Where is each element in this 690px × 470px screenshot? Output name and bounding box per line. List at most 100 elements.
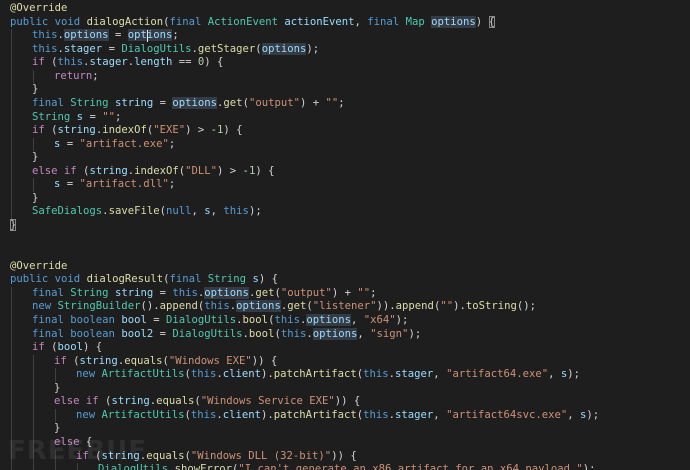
indent-guide xyxy=(11,408,12,423)
indent-guide xyxy=(33,381,34,396)
code-token: = xyxy=(153,96,173,109)
indent-guide xyxy=(55,408,56,423)
indent-guide xyxy=(11,178,12,192)
code-line-content: String s = ""; xyxy=(10,111,121,123)
indent-guide xyxy=(11,29,12,43)
code-line: } xyxy=(10,151,690,165)
code-token: getStager xyxy=(197,42,256,55)
code-token: ( xyxy=(44,56,58,69)
code-token: ArtifactUtils xyxy=(101,368,185,381)
indent-guide xyxy=(11,96,12,111)
code-editor[interactable]: @Override public void dialogAction(final … xyxy=(0,0,690,470)
code-token: } xyxy=(32,83,39,96)
code-token: (). xyxy=(140,300,160,313)
code-line: new StringBuilder().append(this.options.… xyxy=(10,300,690,314)
code-token: final xyxy=(32,327,64,340)
code-line-content: } xyxy=(10,151,38,163)
indent-guide xyxy=(33,137,34,152)
code-token: client xyxy=(222,408,262,421)
code-token: if xyxy=(32,124,45,137)
code-token: patchArtifact xyxy=(273,408,357,421)
code-token: , xyxy=(567,408,581,421)
code-token: this xyxy=(190,368,217,381)
code-token: ( xyxy=(66,354,80,367)
code-line-content: final String string = options.get("outpu… xyxy=(10,96,345,109)
code-token: ) xyxy=(475,15,489,28)
code-line-content: } xyxy=(10,422,60,434)
code-token: ); xyxy=(306,42,320,55)
code-line-content: if (bool) { xyxy=(10,341,102,353)
code-token: (); xyxy=(516,300,537,313)
code-token: ; xyxy=(338,96,345,109)
code-token: this xyxy=(32,42,58,55)
code-token: = xyxy=(108,29,128,42)
code-token: showError xyxy=(174,463,232,470)
code-token: @Override xyxy=(10,259,68,272)
code-token: new xyxy=(76,408,96,421)
code-token: ( xyxy=(98,395,112,408)
code-token: indexOf xyxy=(134,164,179,177)
code-token: "output" xyxy=(248,96,300,109)
code-token: "EXE" xyxy=(153,124,186,137)
code-token: String xyxy=(207,273,247,286)
code-token: ) { xyxy=(204,56,224,69)
code-line-content: final boolean bool = DialogUtils.bool(th… xyxy=(10,313,408,326)
indent-guide xyxy=(11,151,12,165)
code-line: s = "artifact.exe"; xyxy=(10,137,690,152)
indent-guide xyxy=(55,368,56,382)
indent-guide xyxy=(33,408,34,423)
indent-guide xyxy=(11,381,12,396)
code-line: else if (string.indexOf("DLL") > -1) { xyxy=(10,164,690,179)
code-token: bool2 xyxy=(121,327,154,340)
code-token: "x64" xyxy=(363,313,396,326)
code-token: string xyxy=(79,354,118,367)
code-token: if xyxy=(85,395,99,408)
code-token: ; xyxy=(370,286,377,299)
code-line: if (string.equals("Windows EXE")) { xyxy=(10,354,690,369)
code-token: void xyxy=(54,273,81,286)
code-token: if xyxy=(32,341,45,354)
code-line: this.stager = DialogUtils.getStager(opti… xyxy=(10,42,690,57)
code-token: = xyxy=(102,42,122,55)
code-token: "" xyxy=(102,110,115,123)
code-token: DialogUtils xyxy=(172,327,243,340)
code-token: )) { xyxy=(331,449,357,462)
indent-guide xyxy=(11,300,12,314)
code-token: ) + xyxy=(331,286,358,299)
code-token: = xyxy=(153,286,173,299)
watermark-logo: FREEBUF xyxy=(8,436,147,466)
code-token: "Windows EXE" xyxy=(168,354,252,367)
indent-guide xyxy=(11,42,12,57)
code-token: ) > - xyxy=(217,164,249,177)
code-token: this xyxy=(280,327,307,340)
code-line-content: final String string = this.options.get("… xyxy=(10,286,377,299)
code-line: new ArtifactUtils(this.client).patchArti… xyxy=(10,408,690,423)
code-line: final String string = this.options.get("… xyxy=(10,286,690,301)
code-token: stager xyxy=(89,56,128,69)
code-token: if xyxy=(32,56,45,69)
code-token: . xyxy=(306,327,313,340)
code-token: this xyxy=(32,29,58,42)
code-token: indexOf xyxy=(102,124,147,137)
code-token: ; xyxy=(114,110,122,123)
indent-guide xyxy=(11,83,12,97)
code-token: options xyxy=(63,29,109,42)
code-token: )). xyxy=(376,300,396,313)
code-line-content: s = "artifact.exe"; xyxy=(10,138,175,150)
code-line: String s = ""; xyxy=(10,110,690,125)
code-token: equals xyxy=(146,449,185,462)
code-token: this xyxy=(57,56,84,69)
code-token: string xyxy=(114,96,154,109)
code-line-content: this.stager = DialogUtils.getStager(opti… xyxy=(10,42,320,55)
code-line-content: new ArtifactUtils(this.client).patchArti… xyxy=(10,409,599,421)
indent-guide xyxy=(33,69,34,84)
code-token: , xyxy=(357,327,371,340)
code-token: bool xyxy=(121,313,147,326)
code-token: this xyxy=(363,368,389,381)
indent-guide xyxy=(11,286,12,301)
code-token: SafeDialogs xyxy=(32,205,103,218)
indent-guide xyxy=(11,313,12,328)
indent-guide xyxy=(33,178,34,192)
code-token: "" xyxy=(325,96,339,109)
code-token: ; xyxy=(92,69,99,82)
